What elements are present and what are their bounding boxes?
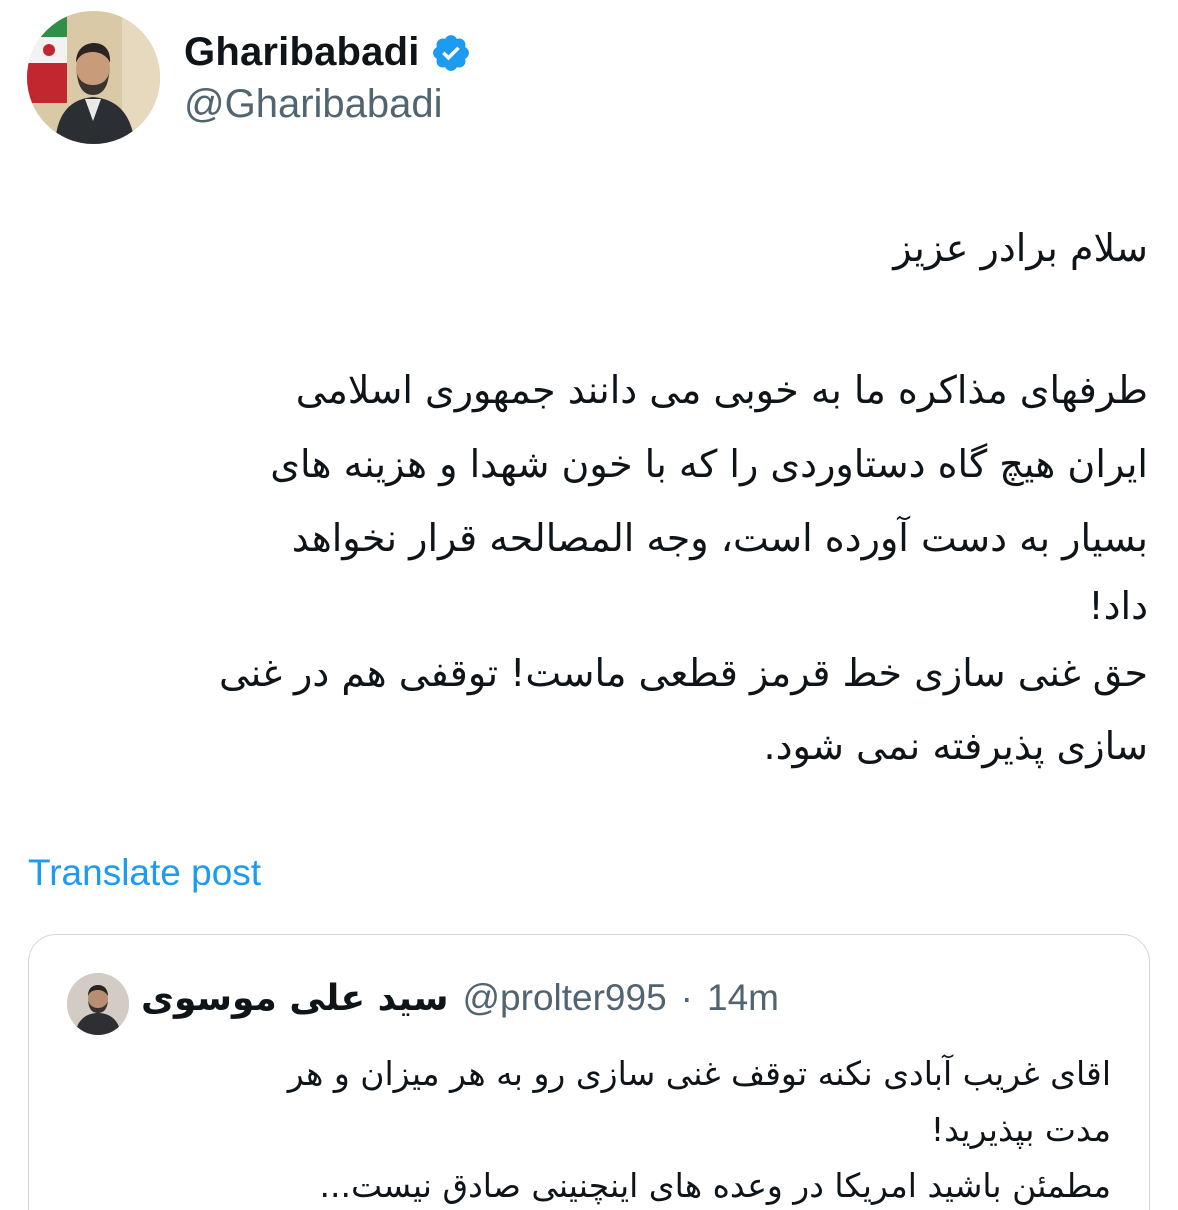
- quoted-post-line: مطمئن باشید امریکا در وعده های اینچنینی …: [319, 1166, 1111, 1205]
- header-separator: ·: [680, 977, 693, 1018]
- translate-post-link[interactable]: Translate post: [28, 852, 261, 894]
- quoted-post-card[interactable]: سید علی موسوی @prolter995 · 14m اقای غری…: [28, 934, 1150, 1210]
- quoted-author-name[interactable]: سید علی موسوی: [141, 978, 449, 1019]
- author-name-row: Gharibabadi: [184, 26, 472, 78]
- quoted-post-line: اقای غریب آبادی نکنه توقف غنی سازی رو به…: [287, 1054, 1111, 1093]
- author-avatar-image: [27, 11, 160, 144]
- post-body-line: ایران هیچ گاه دستاوردی را که با خون شهدا…: [270, 442, 1148, 486]
- quoted-post-line: مدت بپذیرید!: [930, 1110, 1111, 1149]
- quoted-post-timestamp[interactable]: 14m: [707, 977, 779, 1019]
- author-handle[interactable]: @Gharibabadi: [184, 82, 443, 127]
- post-body-line: بسیار به دست آورده است، وجه المصالحه قرا…: [291, 516, 1148, 560]
- quoted-author-handle[interactable]: @prolter995: [463, 977, 667, 1019]
- post-body-line: سازی پذیرفته نمی شود.: [763, 724, 1148, 768]
- post: Gharibabadi @Gharibabadi سلام برادر عزیز…: [0, 0, 1178, 1210]
- author-display-name[interactable]: Gharibabadi: [184, 30, 420, 75]
- quoted-author-avatar-image: [67, 973, 129, 1035]
- quoted-post-header: سید علی موسوی @prolter995 · 14m: [141, 977, 779, 1019]
- verified-badge-icon: [432, 35, 469, 71]
- post-body-line: داد!: [1088, 584, 1148, 628]
- quoted-author-avatar[interactable]: [67, 973, 129, 1035]
- post-body-line: حق غنی سازی خط قرمز قطعی ماست! توقفی هم …: [218, 651, 1148, 695]
- post-body-line: طرفهای مذاکره ما به خوبی می دانند جمهوری…: [295, 368, 1148, 412]
- post-greeting: سلام برادر عزیز: [893, 226, 1148, 270]
- author-avatar[interactable]: [27, 11, 160, 144]
